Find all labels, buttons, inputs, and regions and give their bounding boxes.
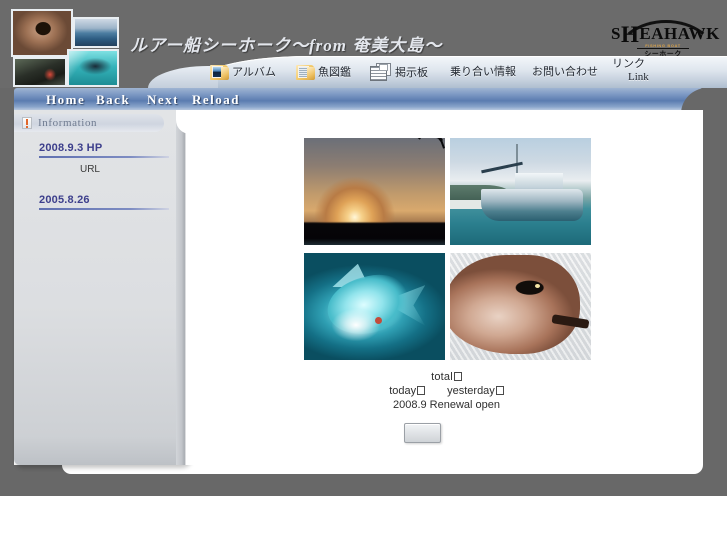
collage-photo-sea — [73, 17, 119, 48]
collage-photo-fish-head — [11, 9, 73, 57]
viewport-bottom-area — [0, 496, 727, 545]
counter-total-label: total — [431, 371, 453, 383]
menu-item-link-label: リンク — [612, 58, 645, 71]
menu-item-charter-info[interactable]: 乗り合い情報 — [450, 63, 516, 79]
fishing-boat-photo[interactable] — [450, 138, 591, 245]
menu-item-fish-guide[interactable]: 魚図鑑 — [296, 63, 351, 80]
sidebar-info-date: 2005.8.26 — [39, 194, 90, 206]
sidebar-info-rule — [39, 208, 169, 210]
sidebar-info-sub[interactable]: URL — [14, 164, 190, 175]
main-menu: アルバム 魚図鑑 掲示板 乗り合い情報 お問い合わせ リンク Link — [188, 56, 727, 88]
photo-grid — [304, 138, 591, 360]
logo-word-rest: EAHAWK — [639, 24, 720, 43]
sidebar-information-title: Information — [38, 117, 98, 129]
folder-fish-guide-icon — [296, 63, 315, 80]
menu-item-album-label: アルバム — [232, 66, 276, 79]
sidebar: Information 2008.9.3 HP URL 2005.8.26 — [14, 110, 190, 465]
site-title: ルアー船シーホーク～from 奄美大島～ — [130, 36, 443, 55]
collage-photo-boat-deck — [13, 57, 67, 87]
content-page-shadow — [62, 465, 703, 474]
enter-button[interactable] — [404, 423, 441, 443]
folder-album-icon — [210, 63, 229, 80]
menu-item-contact-label: お問い合わせ — [532, 66, 598, 78]
visitor-counter: total today yesterday 2008.9 Renewal open — [190, 370, 703, 412]
counter-total-row: total — [190, 370, 703, 384]
menu-item-bbs[interactable]: 掲示板 — [370, 63, 428, 81]
sidebar-info-date: 2008.9.3 HP — [39, 142, 103, 154]
menu-item-link-sublabel: Link — [628, 71, 649, 84]
nav-next-button[interactable]: Next — [147, 92, 179, 108]
collage-photo-lure — [67, 49, 119, 87]
site-header: ルアー船シーホーク～from 奄美大島～ SHEAHAWK FISHING BO… — [0, 0, 727, 88]
newspaper-bbs-icon — [370, 63, 392, 81]
logo-word-s: S — [611, 24, 621, 43]
counter-yesterday-label: yesterday — [447, 385, 495, 397]
menu-item-album[interactable]: アルバム — [210, 63, 276, 80]
sunset-palm-photo[interactable] — [304, 138, 445, 245]
sidebar-information-header: Information — [14, 114, 164, 132]
nav-reload-button[interactable]: Reload — [192, 92, 240, 108]
menu-item-link[interactable]: リンク Link — [612, 58, 649, 83]
page-background: ルアー船シーホーク～from 奄美大島～ SHEAHAWK FISHING BO… — [0, 0, 727, 496]
missing-glyph-box — [495, 386, 504, 395]
menu-item-charter-info-label: 乗り合い情報 — [450, 66, 516, 78]
counter-today-label: today — [389, 385, 417, 397]
fish-head-closeup-photo[interactable] — [450, 253, 591, 360]
sidebar-info-entry[interactable]: 2008.9.3 HP URL — [14, 142, 190, 175]
counter-today-row: today yesterday — [190, 384, 703, 398]
nav-home-button[interactable]: Home — [46, 92, 85, 108]
sidebar-info-rule — [39, 156, 169, 158]
menu-item-contact[interactable]: お問い合わせ — [532, 63, 598, 79]
exclamation-icon — [22, 117, 32, 129]
header-photo-collage — [11, 9, 119, 87]
menu-item-fish-guide-label: 魚図鑑 — [318, 66, 351, 79]
browser-nav-bar: Home Back Next Reload — [14, 88, 703, 110]
missing-glyph-box — [453, 372, 462, 381]
sidebar-divider-curve — [176, 110, 190, 465]
sidebar-info-entry[interactable]: 2005.8.26 — [14, 194, 190, 210]
logo-wordmark: SHEAHAWK — [611, 23, 719, 46]
renewal-notice: 2008.9 Renewal open — [392, 399, 501, 411]
underwater-fish-photo[interactable] — [304, 253, 445, 360]
menu-item-bbs-label: 掲示板 — [395, 67, 428, 79]
nav-back-button[interactable]: Back — [96, 92, 130, 108]
main-content: total today yesterday 2008.9 Renewal open — [190, 110, 703, 465]
missing-glyph-box — [417, 386, 426, 395]
